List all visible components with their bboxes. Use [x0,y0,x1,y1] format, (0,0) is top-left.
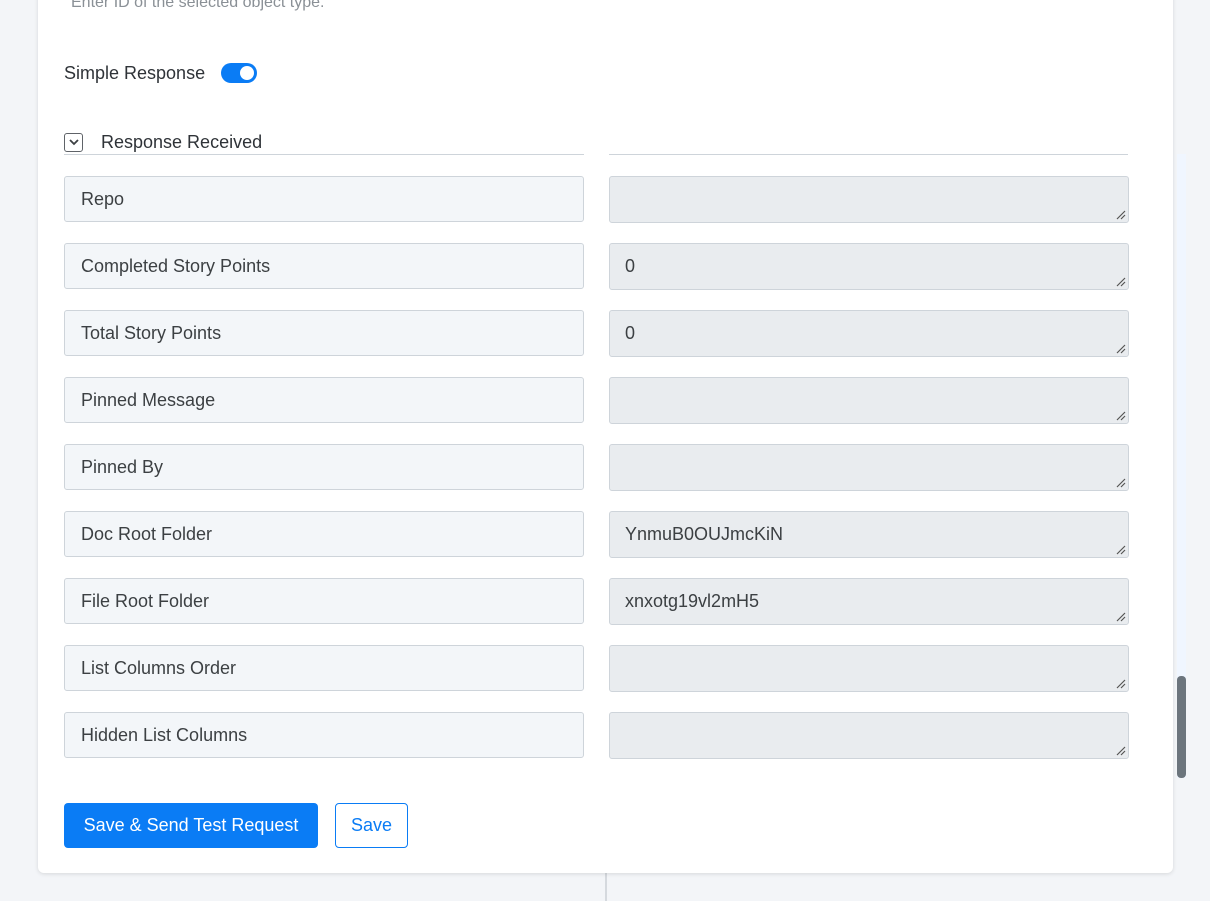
response-fields-list: Repo Completed Story Points 0 Total Stor… [64,154,1148,778]
field-value-text: 0 [625,323,636,343]
resize-grip-icon[interactable] [1116,545,1126,555]
field-key: Pinned Message [64,377,584,423]
field-row: Completed Story Points 0 [64,243,1129,290]
field-value[interactable]: YnmuB0OUJmcKiN [609,511,1129,558]
layout-divider [605,872,607,901]
field-key: Completed Story Points [64,243,584,289]
clipped-row-edge [609,154,1128,155]
field-value-text: xnxotg19vl2mH5 [625,591,760,611]
field-value-text: 0 [625,256,636,276]
field-key: List Columns Order [64,645,584,691]
save-and-send-test-request-button[interactable]: Save & Send Test Request [64,803,318,848]
field-key: Pinned By [64,444,584,490]
field-row: List Columns Order [64,645,1129,692]
field-key: Doc Root Folder [64,511,584,557]
field-value[interactable] [609,712,1129,759]
field-value[interactable]: xnxotg19vl2mH5 [609,578,1129,625]
field-row: Total Story Points 0 [64,310,1129,357]
resize-grip-icon[interactable] [1116,277,1126,287]
response-received-label: Response Received [101,131,263,152]
resize-grip-icon[interactable] [1116,344,1126,354]
field-row: Repo [64,176,1129,223]
field-row: Pinned By [64,444,1129,491]
object-id-hint: Enter ID of the selected object type. [71,0,325,11]
resize-grip-icon[interactable] [1116,612,1126,622]
field-value[interactable] [609,645,1129,692]
field-row: Doc Root Folder YnmuB0OUJmcKiN [64,511,1129,558]
save-button[interactable]: Save [335,803,408,848]
toggle-knob [240,66,255,80]
resize-grip-icon[interactable] [1116,679,1126,689]
resize-grip-icon[interactable] [1116,210,1126,220]
field-row: File Root Folder xnxotg19vl2mH5 [64,578,1129,625]
field-key: Hidden List Columns [64,712,584,758]
simple-response-row: Simple Response [64,60,258,86]
field-row: Hidden List Columns [64,712,1129,759]
scrollbar-thumb[interactable] [1177,676,1186,778]
resize-grip-icon[interactable] [1116,478,1126,488]
field-value[interactable] [609,377,1129,424]
field-value[interactable]: 0 [609,310,1129,357]
field-key: Total Story Points [64,310,584,356]
field-key: File Root Folder [64,578,584,624]
resize-grip-icon[interactable] [1116,411,1126,421]
field-value[interactable] [609,176,1129,223]
settings-card: Enter ID of the selected object type. Si… [38,0,1186,873]
clipped-row-edge [64,154,584,155]
field-value[interactable] [609,444,1129,491]
response-received-collapse-toggle[interactable] [64,132,83,152]
field-key: Repo [64,176,584,222]
field-value-text: YnmuB0OUJmcKiN [625,524,784,544]
field-row: Pinned Message [64,377,1129,424]
chevron-down-icon [68,139,79,146]
response-received-row: Response Received [64,130,262,154]
resize-grip-icon[interactable] [1116,746,1126,756]
simple-response-toggle[interactable] [221,63,258,83]
field-value[interactable]: 0 [609,243,1129,290]
simple-response-label: Simple Response [64,62,206,83]
